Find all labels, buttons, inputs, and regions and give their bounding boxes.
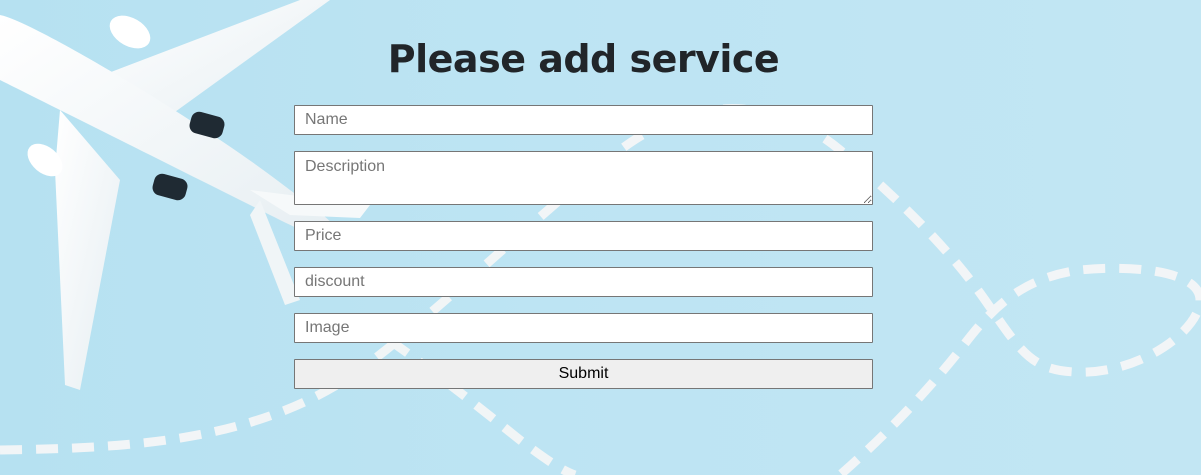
discount-input[interactable] <box>294 267 873 297</box>
submit-button[interactable]: Submit <box>294 359 873 389</box>
page-title: Please add service <box>387 37 780 81</box>
description-textarea[interactable] <box>294 151 873 205</box>
name-input[interactable] <box>294 105 873 135</box>
image-input[interactable] <box>294 313 873 343</box>
price-input[interactable] <box>294 221 873 251</box>
